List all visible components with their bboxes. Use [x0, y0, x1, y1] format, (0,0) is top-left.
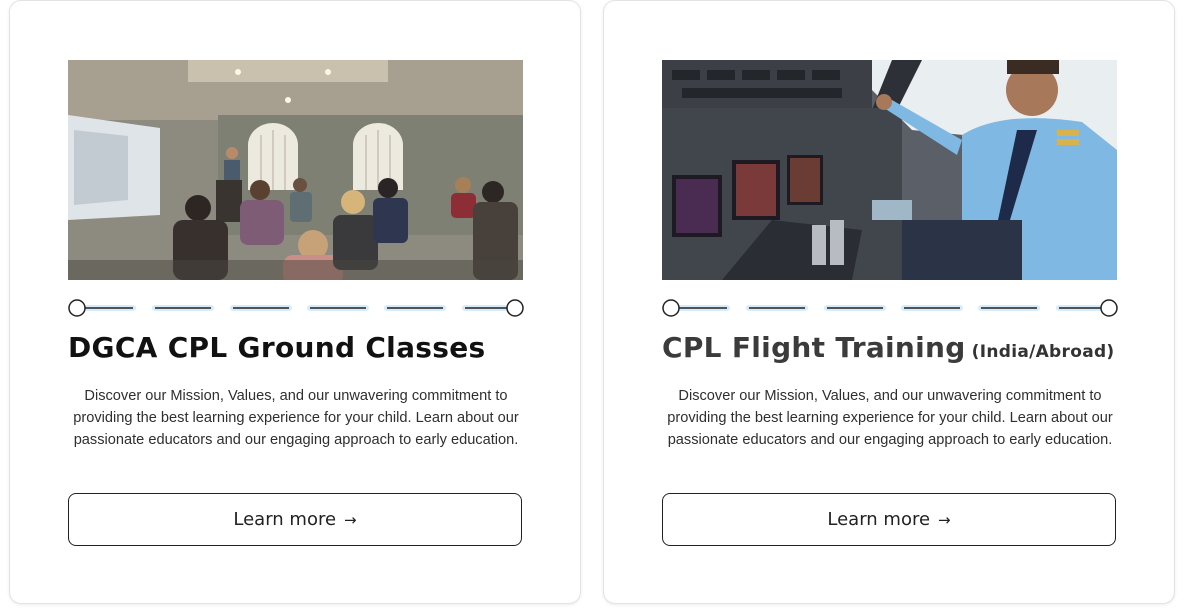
card-ground-classes: DGCA CPL Ground Classes Discover our Mis…: [9, 0, 581, 604]
arrow-right-icon: →: [938, 510, 951, 529]
learn-more-button[interactable]: Learn more →: [662, 493, 1116, 546]
card-flight-training: CPL Flight Training (India/Abroad) Discov…: [603, 0, 1175, 604]
cockpit-pilot-photo: [662, 60, 1117, 280]
learn-more-label: Learn more: [233, 509, 337, 530]
learn-more-label: Learn more: [827, 509, 931, 530]
card-title: DGCA CPL Ground Classes: [68, 331, 485, 364]
arrow-right-icon: →: [344, 510, 357, 529]
card-title: CPL Flight Training (India/Abroad): [662, 331, 1115, 364]
card-title-subtitle: (India/Abroad): [971, 342, 1115, 362]
classroom-photo: [68, 60, 523, 280]
progress-indicator: [67, 298, 525, 318]
card-description: Discover our Mission, Values, and our un…: [667, 388, 1113, 448]
cards-section: DGCA CPL Ground Classes Discover our Mis…: [0, 0, 1184, 612]
card-description: Discover our Mission, Values, and our un…: [73, 388, 519, 448]
card-title-text: DGCA CPL Ground Classes: [68, 331, 486, 364]
learn-more-button[interactable]: Learn more →: [68, 493, 522, 546]
progress-indicator: [661, 298, 1119, 318]
card-title-text: CPL Flight Training: [662, 331, 966, 364]
